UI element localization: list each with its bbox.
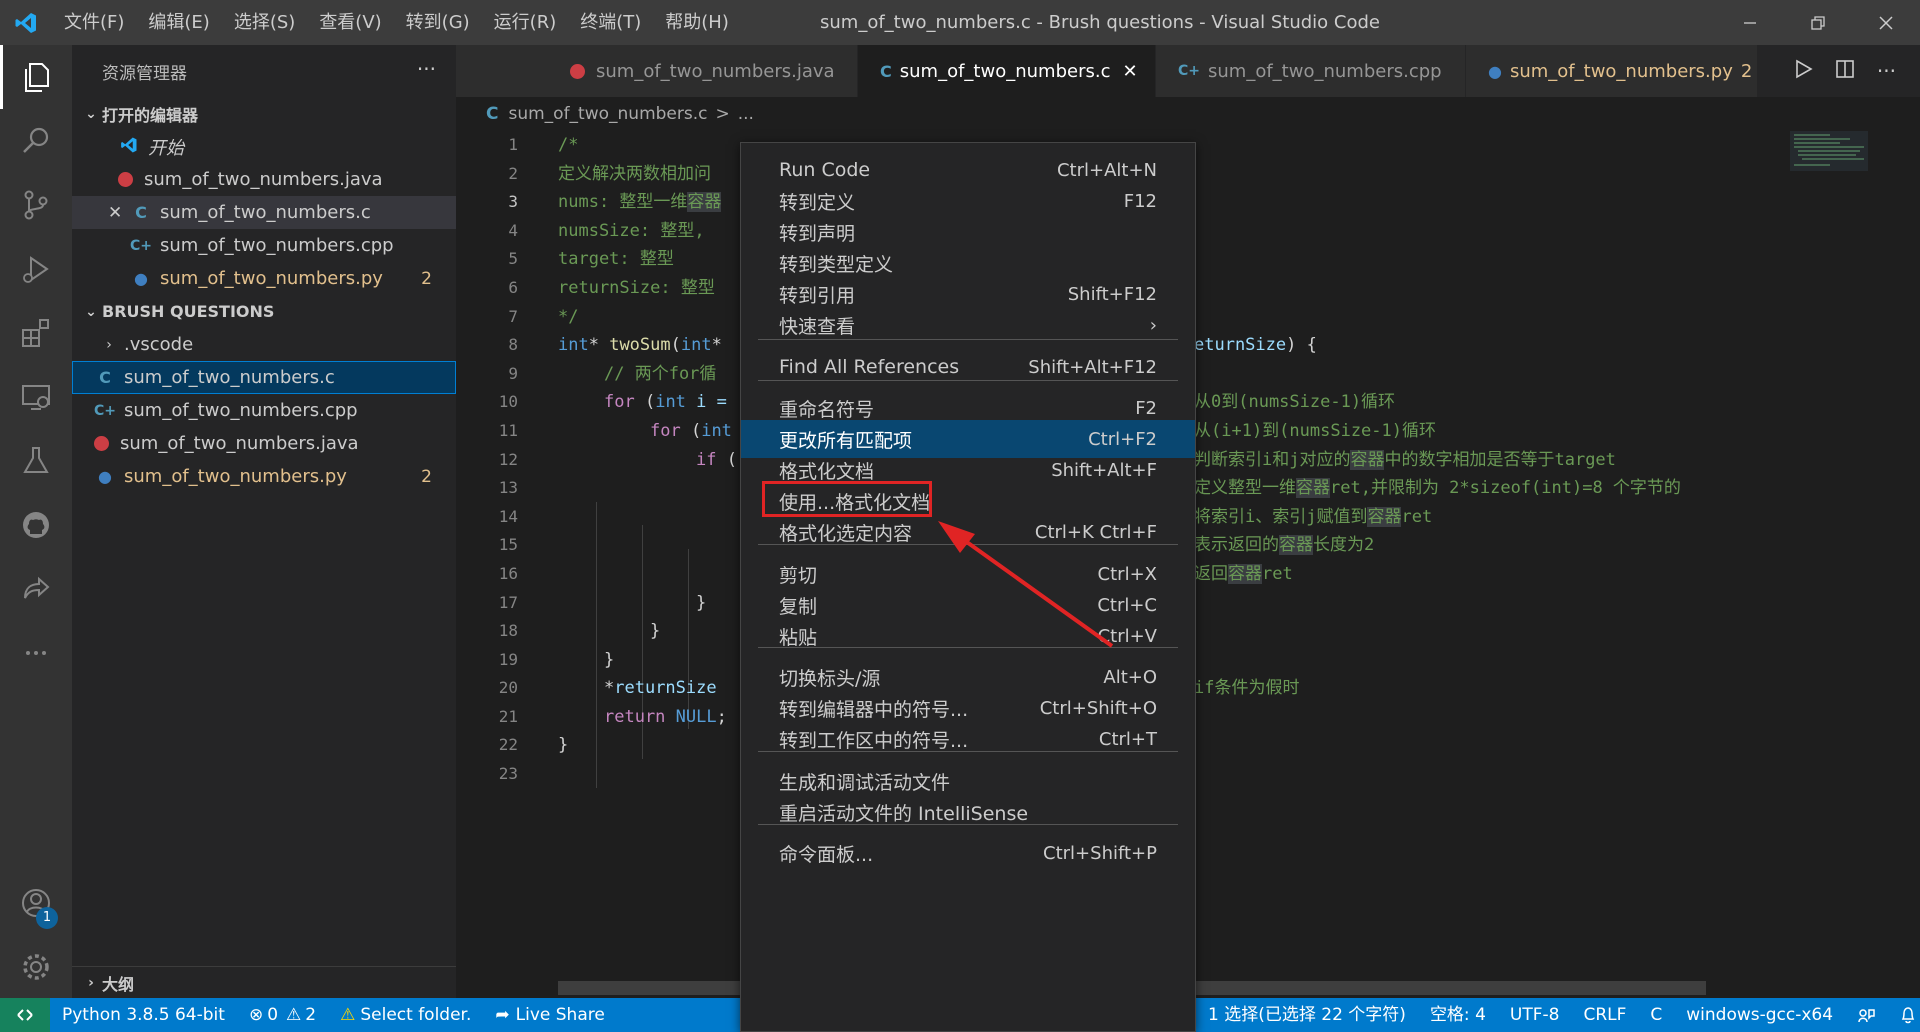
annotation-arrow <box>938 521 1114 648</box>
